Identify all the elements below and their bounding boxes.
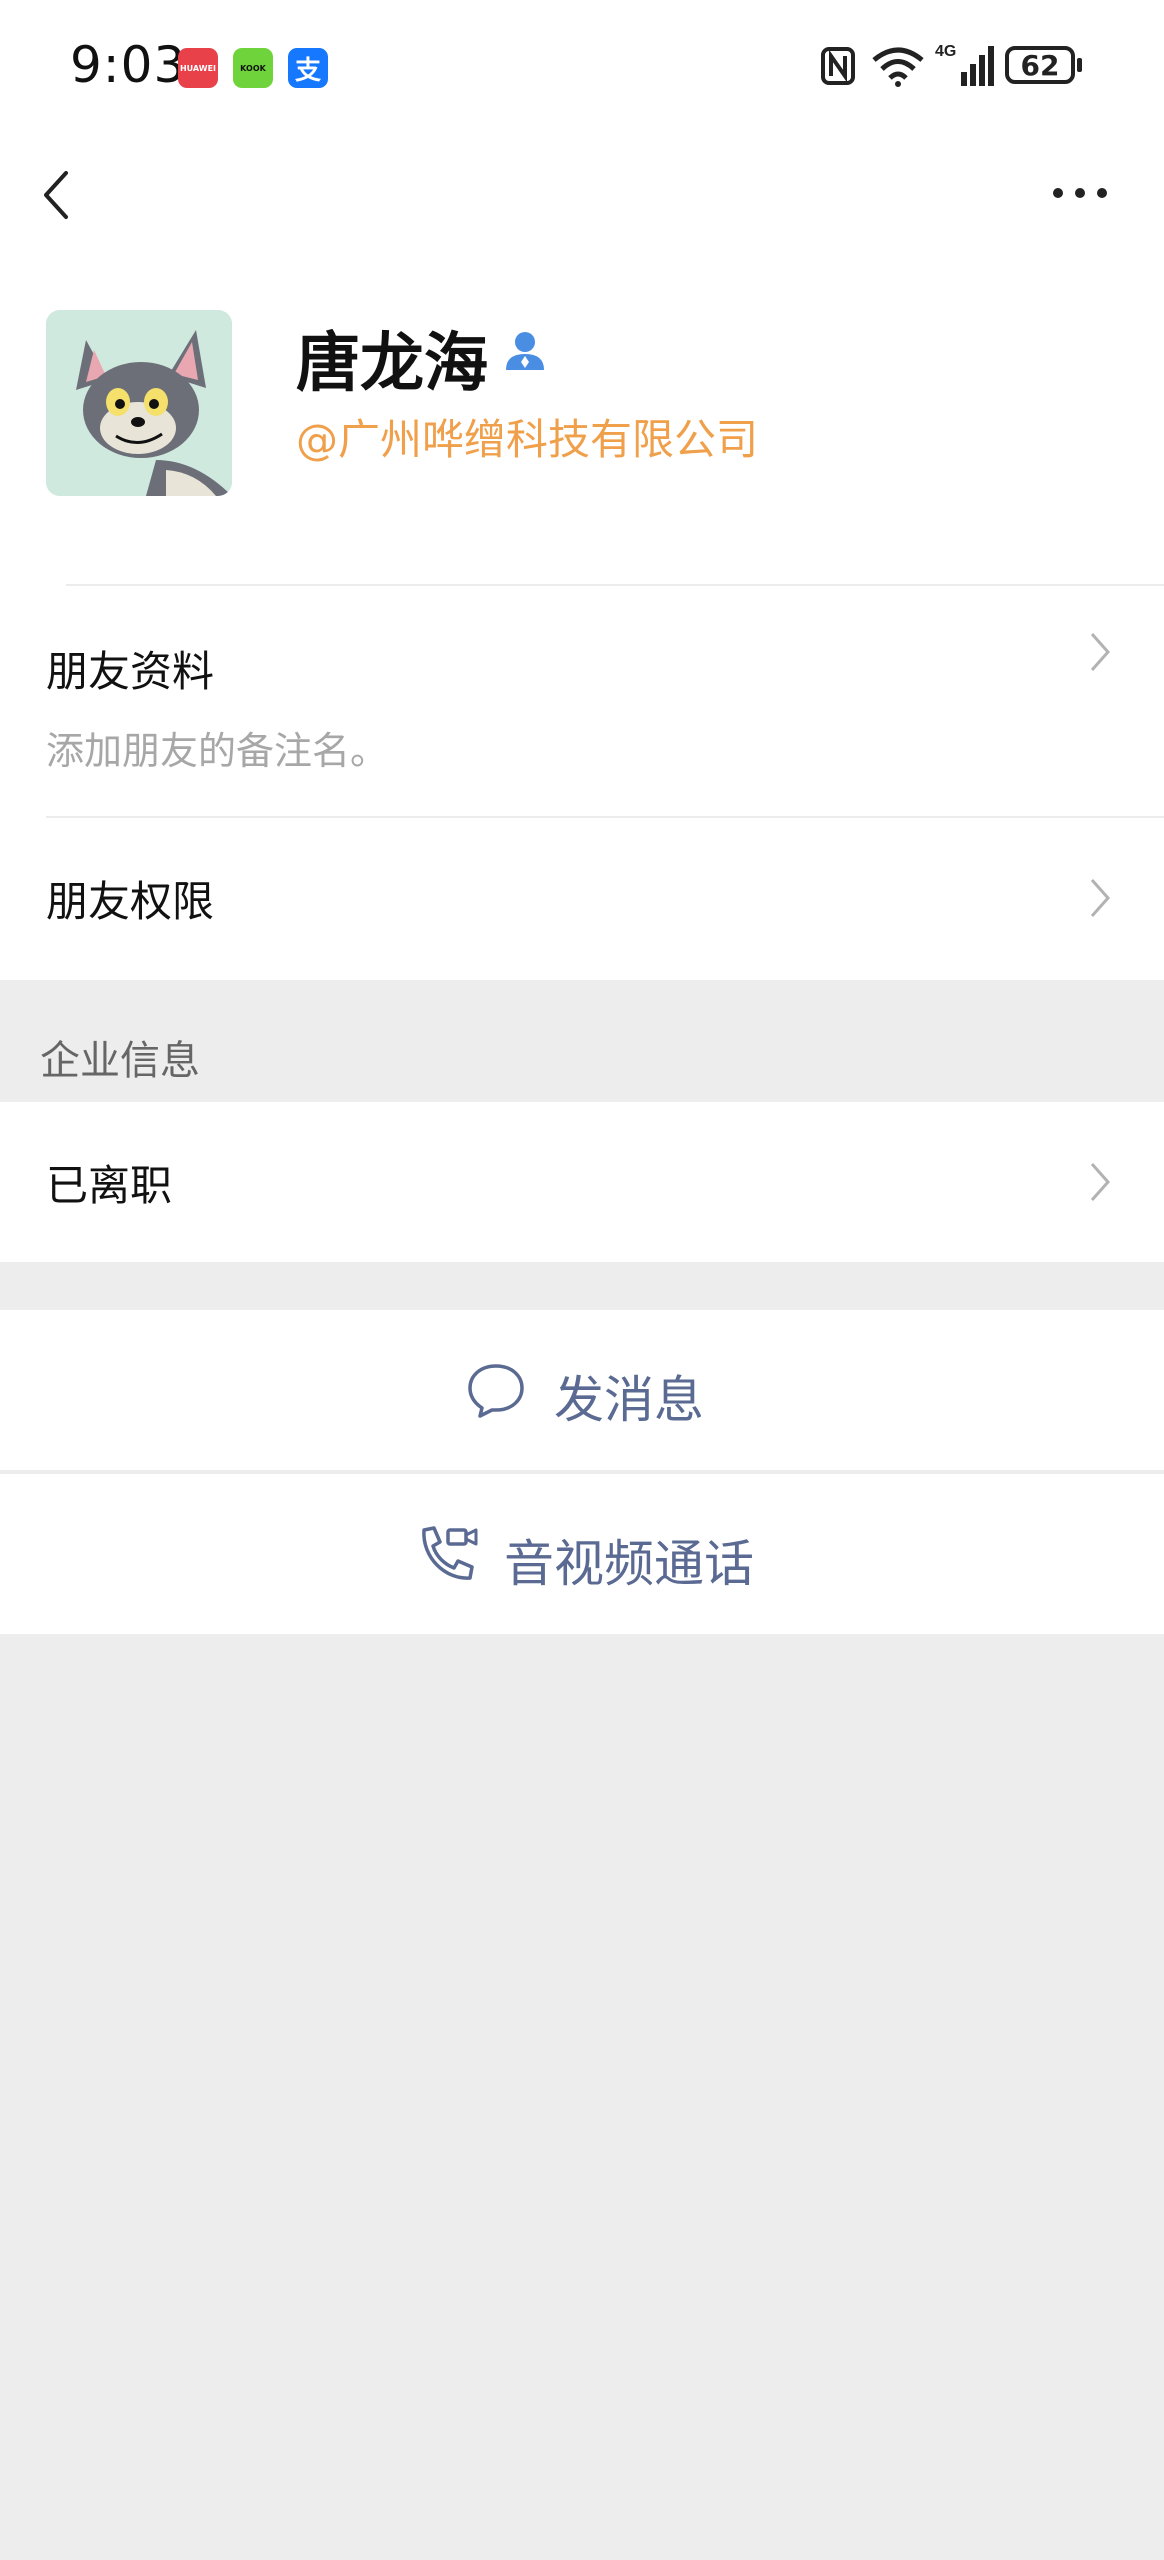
- status-bar: 9:03 HUAWEI KOOK 支 4G 62: [0, 0, 1164, 130]
- battery-tip: [1077, 58, 1082, 72]
- avatar[interactable]: [46, 310, 232, 496]
- back-button[interactable]: [36, 165, 82, 225]
- battery-indicator: 62: [1005, 46, 1075, 84]
- kook-app-icon: KOOK: [233, 48, 273, 88]
- divider: [66, 584, 1164, 586]
- friend-permission-label: 朋友权限: [46, 877, 215, 926]
- enterprise-section-title: 企业信息: [40, 1038, 200, 1084]
- contact-person-icon: [506, 332, 544, 370]
- friend-permission-row[interactable]: 朋友权限: [0, 818, 1164, 978]
- wifi-icon: [872, 47, 924, 87]
- nfc-icon: [821, 47, 855, 85]
- resigned-row[interactable]: 已离职: [0, 1102, 1164, 1262]
- send-message-label: 发消息: [554, 1371, 704, 1429]
- friend-info-hint: 添加朋友的备注名。: [46, 729, 389, 773]
- chevron-right-icon: [1090, 879, 1111, 917]
- cat-avatar-image: [46, 310, 232, 496]
- chevron-right-icon: [1090, 1163, 1111, 1201]
- huawei-app-icon: HUAWEI: [178, 48, 218, 88]
- video-call-label: 音视频通话: [504, 1535, 754, 1593]
- send-message-button[interactable]: 发消息: [0, 1310, 1164, 1470]
- phone-video-icon: [422, 1526, 478, 1580]
- contact-name: 唐龙海: [296, 327, 488, 401]
- chevron-right-icon: [1090, 633, 1111, 671]
- signal-4g-icon: 4G: [935, 43, 994, 86]
- status-time: 9:03: [70, 36, 187, 94]
- chat-bubble-icon: [468, 1364, 524, 1418]
- alipay-app-icon: 支: [288, 48, 328, 88]
- resigned-label: 已离职: [46, 1161, 173, 1210]
- friend-info-row[interactable]: 朋友资料 添加朋友的备注名。: [0, 600, 1164, 816]
- friend-info-label: 朋友资料: [46, 647, 215, 696]
- video-call-button[interactable]: 音视频通话: [0, 1474, 1164, 1634]
- more-options-button[interactable]: [1050, 178, 1110, 208]
- company-name: @广州哗缯科技有限公司: [296, 415, 759, 464]
- svg-text:4G: 4G: [935, 43, 956, 60]
